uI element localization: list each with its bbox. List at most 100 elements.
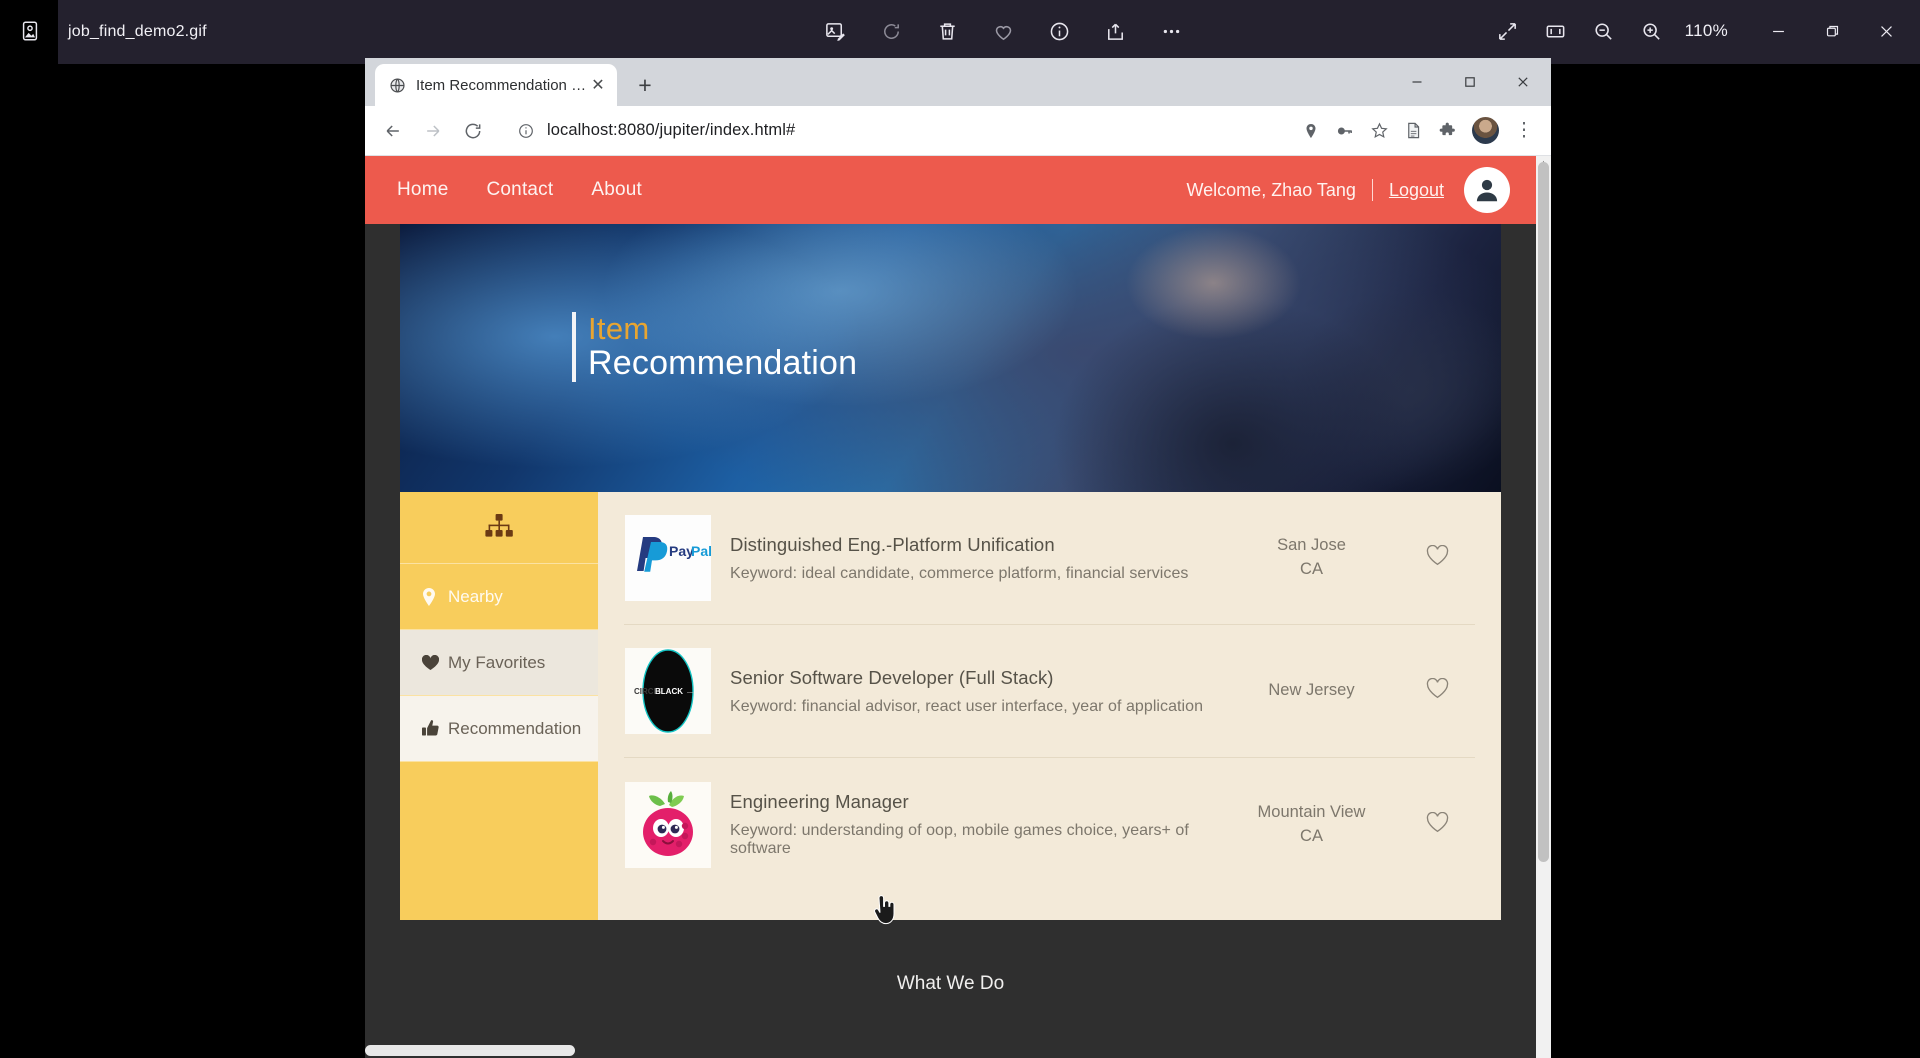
sidebar-item-label: Nearby	[448, 587, 503, 607]
svg-text:BLACK: BLACK	[655, 687, 683, 696]
sidebar-item-my-favorites[interactable]: My Favorites	[400, 630, 598, 696]
scrollbar-thumb-horizontal[interactable]	[365, 1045, 575, 1056]
address-bar[interactable]: localhost:8080/jupiter/index.html#	[505, 114, 1296, 148]
item-city: Mountain View	[1224, 801, 1399, 825]
item-keyword: Keyword: financial advisor, react user i…	[730, 698, 1224, 716]
more-options-icon[interactable]	[1148, 8, 1194, 54]
expand-icon[interactable]	[1485, 8, 1531, 54]
browser-window-controls	[1390, 58, 1549, 106]
circle-black-logo: CIRCLE BLACK —	[624, 647, 712, 735]
sidebar-item-recommendation[interactable]: Recommendation	[400, 696, 598, 762]
raspberry-logo	[624, 781, 712, 869]
heart-outline-icon	[1426, 545, 1449, 571]
footer-section: What We Do	[365, 920, 1536, 1048]
item-state: CA	[1224, 825, 1399, 849]
svg-text:Pal: Pal	[691, 543, 711, 559]
back-button[interactable]	[375, 113, 411, 149]
user-avatar[interactable]	[1464, 167, 1510, 213]
url-text: localhost:8080/jupiter/index.html#	[547, 121, 795, 140]
restore-button[interactable]	[1806, 8, 1858, 54]
page-viewport: Home Contact About Welcome, Zhao Tang Lo…	[365, 156, 1551, 1058]
image-viewer-stage: Item Recommendation Final ✕ +	[0, 64, 1920, 1032]
photos-center-toolbar	[812, 8, 1194, 54]
zoom-out-icon[interactable]	[1581, 8, 1627, 54]
zoom-in-icon[interactable]	[1629, 8, 1675, 54]
page-scrollbar-horizontal[interactable]	[365, 1043, 1536, 1058]
forward-button[interactable]	[415, 113, 451, 149]
item-title: Distinguished Eng.-Platform Unification	[730, 534, 1224, 556]
hero-title-line2: Recommendation	[588, 345, 857, 382]
photos-toolbar: job_find_demo2.gif	[0, 0, 1920, 64]
new-tab-button[interactable]: +	[630, 70, 660, 100]
site-info-icon[interactable]	[513, 118, 539, 144]
photos-right-toolbar: 110%	[1485, 8, 1912, 54]
heart-outline-icon	[1426, 678, 1449, 704]
logout-link[interactable]: Logout	[1389, 180, 1444, 201]
reading-list-icon[interactable]	[1398, 116, 1428, 146]
favorite-toggle[interactable]	[1399, 812, 1475, 838]
content-band: Nearby My Favorites	[400, 492, 1501, 920]
favorite-heart-icon[interactable]	[980, 8, 1026, 54]
location-pin-icon[interactable]	[1296, 116, 1326, 146]
scrollbar-thumb[interactable]	[1538, 162, 1549, 862]
bookmark-star-icon[interactable]	[1364, 116, 1394, 146]
welcome-message: Welcome, Zhao Tang	[1187, 180, 1356, 201]
favorite-toggle[interactable]	[1399, 678, 1475, 704]
minimize-button[interactable]	[1752, 8, 1804, 54]
browser-minimize-button[interactable]	[1390, 58, 1443, 106]
sidebar-item-label: Recommendation	[448, 719, 581, 739]
edit-image-icon[interactable]	[812, 8, 858, 54]
map-pin-icon	[422, 588, 448, 606]
sitemap-icon	[400, 492, 598, 564]
tab-title-label: Item Recommendation Final	[416, 77, 587, 94]
rotate-icon[interactable]	[868, 8, 914, 54]
browser-tab[interactable]: Item Recommendation Final ✕	[375, 64, 617, 106]
list-item[interactable]: CIRCLE BLACK — Senior Software Developer…	[624, 625, 1475, 758]
key-icon[interactable]	[1330, 116, 1360, 146]
svg-text:—: —	[687, 689, 694, 696]
browser-menu-icon[interactable]: ⋮	[1509, 116, 1539, 146]
info-icon[interactable]	[1036, 8, 1082, 54]
nav-link-contact[interactable]: Contact	[486, 179, 553, 201]
thumbs-up-icon	[422, 720, 448, 737]
list-item[interactable]: Pay Pal Distinguished Eng.-Platform Unif…	[624, 492, 1475, 625]
browser-action-icons: ⋮	[1296, 116, 1541, 146]
profile-avatar[interactable]	[1472, 117, 1499, 144]
close-button[interactable]	[1860, 8, 1912, 54]
delete-icon[interactable]	[924, 8, 970, 54]
navbar-user-area: Welcome, Zhao Tang Logout	[1187, 156, 1511, 224]
sidebar-filler	[400, 762, 598, 920]
tab-favicon-globe-icon	[387, 75, 407, 95]
hero-title-line1: Item	[588, 312, 857, 345]
page-scrollbar-vertical[interactable]: ▲	[1536, 156, 1551, 1058]
favorite-toggle[interactable]	[1399, 545, 1475, 571]
nav-link-about[interactable]: About	[591, 179, 642, 201]
sidebar: Nearby My Favorites	[400, 492, 598, 920]
tab-close-icon[interactable]: ✕	[587, 74, 609, 96]
browser-window: Item Recommendation Final ✕ +	[365, 58, 1551, 1058]
item-city: New Jersey	[1224, 679, 1399, 703]
item-keyword: Keyword: understanding of oop, mobile ga…	[730, 822, 1224, 858]
sidebar-item-label: My Favorites	[448, 653, 545, 673]
sidebar-item-nearby[interactable]: Nearby	[400, 564, 598, 630]
share-icon[interactable]	[1092, 8, 1138, 54]
heart-icon	[422, 655, 448, 671]
extensions-puzzle-icon[interactable]	[1432, 116, 1462, 146]
item-title: Engineering Manager	[730, 791, 1224, 813]
list-item[interactable]: Engineering Manager Keyword: understandi…	[624, 758, 1475, 891]
fit-to-window-icon[interactable]	[1533, 8, 1579, 54]
item-location: New Jersey	[1224, 679, 1399, 703]
file-name-label: job_find_demo2.gif	[68, 0, 207, 64]
browser-close-button[interactable]	[1496, 58, 1549, 106]
browser-tabstrip: Item Recommendation Final ✕ +	[365, 58, 1551, 106]
hero-text: Item Recommendation	[572, 312, 857, 382]
nav-link-home[interactable]: Home	[397, 179, 448, 201]
item-location: Mountain View CA	[1224, 801, 1399, 849]
browser-maximize-button[interactable]	[1443, 58, 1496, 106]
reload-button[interactable]	[455, 113, 491, 149]
browser-toolbar: localhost:8080/jupiter/index.html#	[365, 106, 1551, 156]
item-state: CA	[1224, 558, 1399, 582]
item-list: Pay Pal Distinguished Eng.-Platform Unif…	[598, 492, 1501, 920]
hero-banner: Item Recommendation	[400, 224, 1501, 492]
item-text: Distinguished Eng.-Platform Unification …	[726, 534, 1224, 583]
